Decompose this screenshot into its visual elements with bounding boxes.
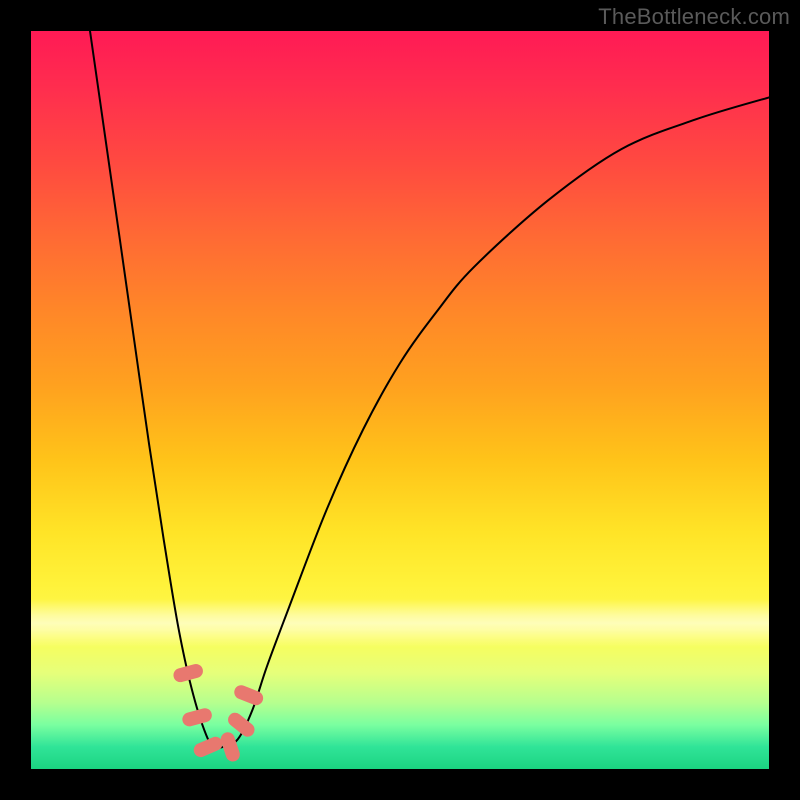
- watermark-text: TheBottleneck.com: [598, 4, 790, 30]
- bottleneck-curve: [90, 31, 769, 748]
- chart-frame: TheBottleneck.com: [0, 0, 800, 800]
- curve-marker: [172, 662, 205, 683]
- chart-svg: [31, 31, 769, 769]
- plot-area: [31, 31, 769, 769]
